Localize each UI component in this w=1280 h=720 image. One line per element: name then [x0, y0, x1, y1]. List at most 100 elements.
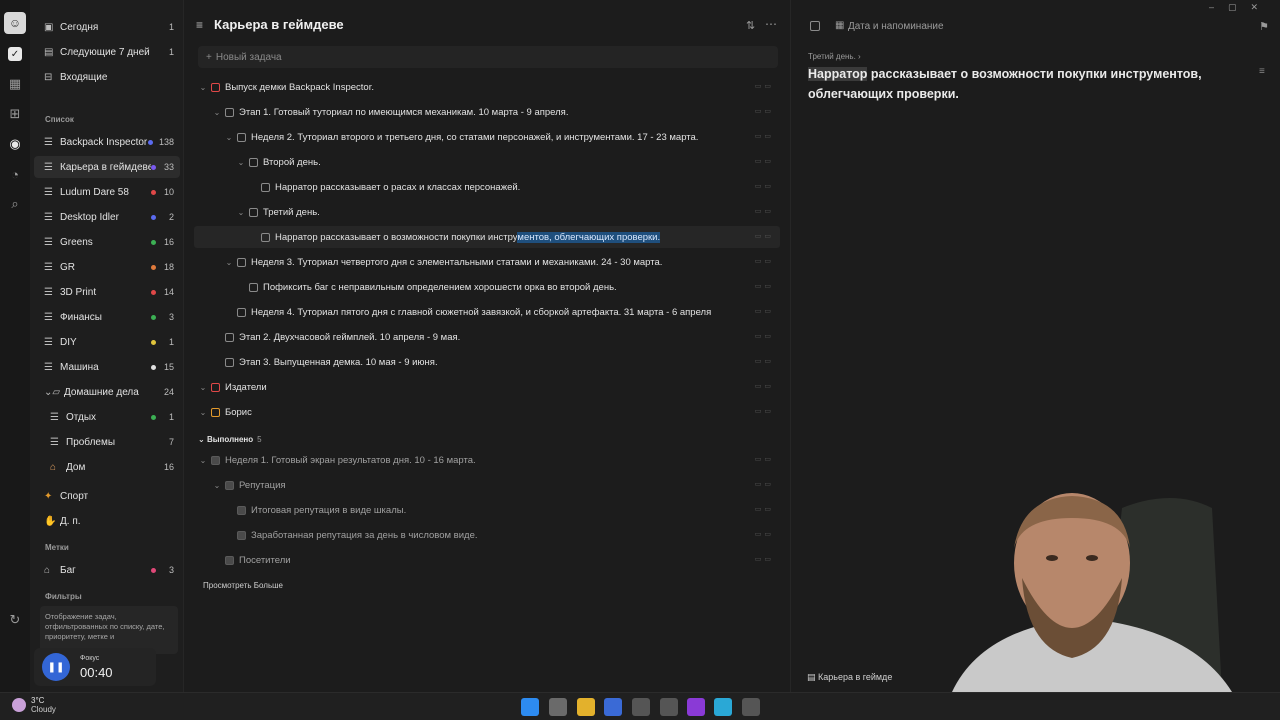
- task-checkbox[interactable]: [237, 257, 246, 267]
- task-row[interactable]: ⌄ Неделя 2. Туториал второго и третьего д…: [194, 126, 780, 148]
- completed-task-row[interactable]: Посетители ▭▭: [194, 549, 780, 571]
- task-row-actions-icon[interactable]: ▭▭: [755, 257, 774, 265]
- completed-task-row[interactable]: ⌄ Неделя 1. Готовый экран результатов дня…: [194, 449, 780, 471]
- task-checkbox[interactable]: [249, 157, 258, 167]
- task-row[interactable]: ⌄ Выпуск демки Backpack Inspector. ▭▭: [194, 76, 780, 98]
- new-task-input[interactable]: + Новый задача: [198, 46, 778, 68]
- settings-gear-icon[interactable]: [660, 698, 678, 716]
- task-checkbox[interactable]: [225, 107, 234, 117]
- sidebar-item-list[interactable]: ☰ Машина 15: [34, 356, 180, 378]
- sidebar-item-folder-child[interactable]: ⌂ Дом 16: [34, 456, 180, 478]
- start-icon[interactable]: [521, 698, 539, 716]
- task-row[interactable]: ⌄ Этап 1. Готовый туториал по имеющимся м…: [194, 101, 780, 123]
- sidebar-item-folder-child[interactable]: ☰ Отдых 1: [34, 406, 180, 428]
- focus-widget[interactable]: ❚❚ Фокус 00:40: [34, 648, 156, 686]
- focus-icon[interactable]: ◔: [5, 164, 25, 184]
- project-selector[interactable]: ▤ Карьера в геймдеве: [807, 672, 902, 683]
- chevron-down-icon[interactable]: ⌄: [224, 133, 234, 142]
- matrix-icon[interactable]: ⊞: [5, 104, 25, 124]
- breadcrumb[interactable]: Третий день. ›: [808, 52, 861, 61]
- chevron-down-icon[interactable]: ⌄: [212, 108, 222, 117]
- task-row-actions-icon[interactable]: ▭▭: [755, 307, 774, 315]
- flag-icon[interactable]: ⚑: [1259, 20, 1269, 33]
- sort-icon[interactable]: ⇅: [746, 19, 755, 32]
- visual-studio-icon[interactable]: [687, 698, 705, 716]
- task-row-actions-icon[interactable]: ▭▭: [755, 530, 774, 538]
- chevron-down-icon[interactable]: ⌄: [198, 83, 208, 92]
- sidebar-folder-home[interactable]: ⌄▱ Домашние дела 24: [34, 381, 180, 403]
- task-row-actions-icon[interactable]: ▭▭: [755, 357, 774, 365]
- task-checkbox[interactable]: [261, 182, 270, 192]
- sidebar-item-today[interactable]: ▣ Сегодня 1: [34, 16, 180, 38]
- task-checkbox[interactable]: [225, 332, 234, 342]
- task-row-actions-icon[interactable]: ▭▭: [755, 207, 774, 215]
- sidebar-item-list[interactable]: ☰ Desktop Idler 2: [34, 206, 180, 228]
- chevron-down-icon[interactable]: ⌄: [198, 408, 208, 417]
- ticktick-icon[interactable]: [604, 698, 622, 716]
- search-icon[interactable]: ⌕: [5, 194, 25, 214]
- pause-icon[interactable]: ❚❚: [42, 653, 70, 681]
- task-checkbox[interactable]: [237, 132, 246, 142]
- sidebar-item-list[interactable]: ☰ Финансы 3: [34, 306, 180, 328]
- task-checkbox[interactable]: [261, 232, 270, 242]
- sidebar-tag-bug[interactable]: ⌂ Баг 3: [34, 559, 180, 581]
- sidebar-item-list[interactable]: ☰ Карьера в геймдеве 33: [34, 156, 180, 178]
- task-row-actions-icon[interactable]: ▭▭: [755, 505, 774, 513]
- task-checkbox[interactable]: [211, 82, 220, 92]
- task-row[interactable]: Этап 3. Выпущенная демка. 10 мая - 9 июн…: [194, 351, 780, 373]
- task-checkbox-checked[interactable]: [211, 455, 220, 465]
- task-row-actions-icon[interactable]: ▭▭: [755, 282, 774, 290]
- task-row[interactable]: ⌄ Неделя 3. Туториал четвертого дня с эле…: [194, 251, 780, 273]
- chevron-down-icon[interactable]: ⌄: [236, 208, 246, 217]
- sidebar-item-list[interactable]: ☰ Backpack Inspector 138: [34, 131, 180, 153]
- task-checkbox-checked[interactable]: [225, 480, 234, 490]
- task-row-actions-icon[interactable]: ▭▭: [755, 555, 774, 563]
- task-checkbox[interactable]: [211, 407, 220, 417]
- task-row-actions-icon[interactable]: ▭▭: [755, 157, 774, 165]
- app-icon[interactable]: [742, 698, 760, 716]
- chevron-down-icon[interactable]: ⌄: [224, 258, 234, 267]
- habit-icon[interactable]: ◉: [5, 134, 25, 154]
- unity-icon[interactable]: [632, 698, 650, 716]
- task-row[interactable]: Этап 2. Двухчасовой геймплей. 10 апреля …: [194, 326, 780, 348]
- task-row[interactable]: Пофиксить баг с неправильным определение…: [194, 276, 780, 298]
- see-more-link[interactable]: Просмотреть Больше: [203, 581, 283, 590]
- tasks-icon[interactable]: ✓: [8, 47, 22, 61]
- chevron-down-icon[interactable]: ⌄: [198, 456, 208, 465]
- chevron-down-icon[interactable]: ⌄: [212, 481, 222, 490]
- sidebar-item-list[interactable]: ☰ Ludum Dare 58 10: [34, 181, 180, 203]
- sidebar-item-list[interactable]: ☰ DIY 1: [34, 331, 180, 353]
- browser-icon[interactable]: [714, 698, 732, 716]
- completed-task-row[interactable]: ⌄ Репутация ▭▭: [194, 474, 780, 496]
- sidebar-item-list[interactable]: ☰ 3D Print 14: [34, 281, 180, 303]
- task-view-icon[interactable]: [549, 698, 567, 716]
- description-icon[interactable]: ≡: [1259, 66, 1265, 77]
- sync-icon[interactable]: ↻: [5, 610, 25, 630]
- task-title[interactable]: Нарратор рассказывает о возможности поку…: [808, 64, 1228, 104]
- completed-task-row[interactable]: Заработанная репутация за день в числово…: [194, 524, 780, 546]
- task-row-actions-icon[interactable]: ▭▭: [755, 132, 774, 140]
- task-row[interactable]: Нарратор рассказывает о возможности поку…: [194, 226, 780, 248]
- task-row-actions-icon[interactable]: ▭▭: [755, 182, 774, 190]
- task-row[interactable]: ⌄ Издатели ▭▭: [194, 376, 780, 398]
- task-checkbox[interactable]: [249, 282, 258, 292]
- task-checkbox[interactable]: [211, 382, 220, 392]
- task-row-actions-icon[interactable]: ▭▭: [755, 455, 774, 463]
- task-row-actions-icon[interactable]: ▭▭: [755, 232, 774, 240]
- task-row-actions-icon[interactable]: ▭▭: [755, 107, 774, 115]
- task-row[interactable]: ⌄ Борис ▭▭: [194, 401, 780, 423]
- window-controls[interactable]: –▢✕: [1209, 2, 1272, 13]
- sidebar-item-next-7-days[interactable]: ▤ Следующие 7 дней 1: [34, 41, 180, 63]
- weather-widget[interactable]: 3°C Cloudy: [12, 696, 56, 714]
- calendar-icon[interactable]: ▦: [5, 74, 25, 94]
- task-checkbox-checked[interactable]: [237, 505, 246, 515]
- task-row[interactable]: ⌄ Третий день. ▭▭: [194, 201, 780, 223]
- task-row-actions-icon[interactable]: ▭▭: [755, 407, 774, 415]
- task-row[interactable]: ⌄ Второй день. ▭▭: [194, 151, 780, 173]
- task-row-actions-icon[interactable]: ▭▭: [755, 382, 774, 390]
- chevron-down-icon[interactable]: ⌄: [236, 158, 246, 167]
- file-explorer-icon[interactable]: [577, 698, 595, 716]
- completed-section-header[interactable]: ⌄ Выполнено 5: [198, 435, 262, 444]
- task-checkbox-checked[interactable]: [225, 555, 234, 565]
- completed-task-row[interactable]: Итоговая репутация в виде шкалы. ▭▭: [194, 499, 780, 521]
